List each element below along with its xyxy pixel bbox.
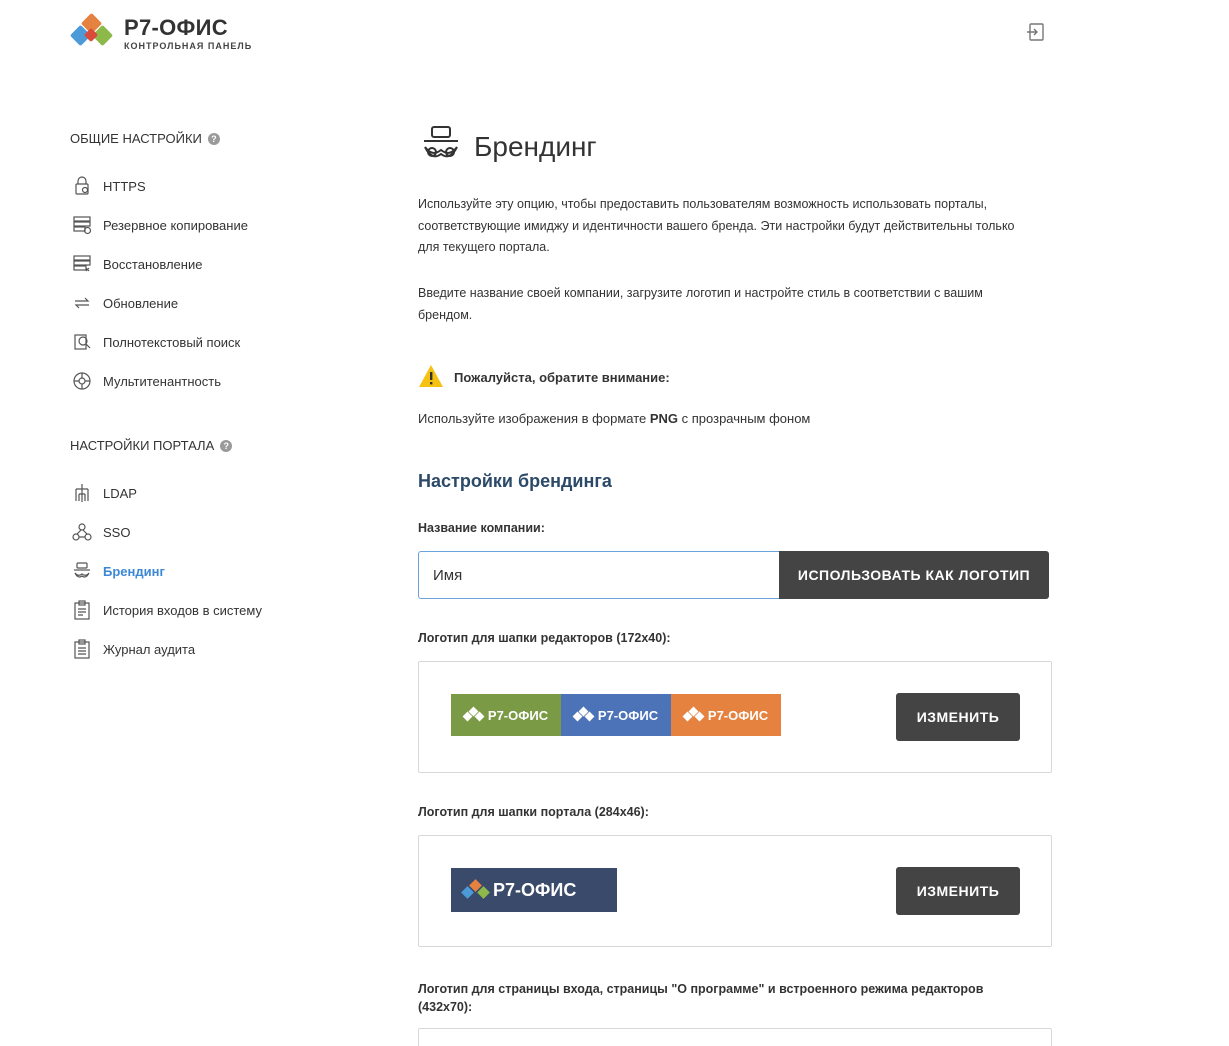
sidebar-item-backup[interactable]: Резервное копирование [70, 213, 248, 237]
multitenancy-icon [70, 369, 94, 393]
sidebar-item-fulltext-search[interactable]: Полнотекстовый поиск [70, 330, 240, 354]
section-title: Настройки брендинга [418, 471, 612, 491]
help-icon[interactable]: ? [207, 132, 220, 145]
sso-icon [70, 520, 94, 544]
png-hint: Используйте изображения в формате PNG с … [418, 411, 811, 426]
portal-logo-preview: Р7-ОФИС [451, 868, 617, 912]
sidebar-item-audit-log[interactable]: Журнал аудита [70, 637, 195, 661]
editors-logo-orange: Р7-ОФИС [671, 694, 781, 736]
editors-logo-box: Р7-ОФИС Р7-ОФИС Р7-ОФИС ИЗМЕНИТЬ [418, 661, 1052, 773]
app-title: Р7-ОФИС [124, 15, 228, 40]
login-history-icon [70, 598, 94, 622]
help-icon[interactable]: ? [220, 439, 233, 452]
use-as-logo-button[interactable]: ИСПОЛЬЗОВАТЬ КАК ЛОГОТИП [779, 551, 1049, 599]
app-subtitle: КОНТРОЛЬНАЯ ПАНЕЛЬ [124, 41, 253, 51]
app-logo-mark [69, 12, 120, 54]
restore-icon [70, 252, 94, 276]
company-name-input[interactable] [418, 551, 780, 599]
sidebar-item-ldap[interactable]: LDAP [70, 481, 137, 505]
audit-log-icon [70, 637, 94, 661]
sidebar-item-sso[interactable]: SSO [70, 520, 130, 544]
sidebar-item-login-history[interactable]: История входов в систему [70, 598, 262, 622]
sidebar-item-update[interactable]: Обновление [70, 291, 178, 315]
sidebar-item-https[interactable]: HTTPS [70, 174, 146, 198]
portal-settings-heading: НАСТРОЙКИ ПОРТАЛА ? [70, 438, 233, 453]
page-header: Брендинг [420, 124, 597, 169]
warning-title: Пожалуйста, обратите внимание: [454, 370, 670, 385]
editors-logo-green: Р7-ОФИС [451, 694, 561, 736]
branding-icon [70, 559, 94, 583]
change-portal-logo-button[interactable]: ИЗМЕНИТЬ [896, 867, 1020, 915]
portal-logo-label: Логотип для шапки портала (284x46): [418, 805, 649, 819]
ldap-icon [70, 481, 94, 505]
backup-icon [70, 213, 94, 237]
lock-icon [70, 174, 94, 198]
change-editors-logo-button[interactable]: ИЗМЕНИТЬ [896, 693, 1020, 741]
intro-text: Используйте эту опцию, чтобы предоставит… [418, 197, 1015, 254]
page-title: Брендинг [474, 130, 597, 162]
search-doc-icon [70, 330, 94, 354]
login-logo-box [418, 1028, 1052, 1046]
instructions-text: Введите название своей компании, загрузи… [418, 286, 983, 322]
sidebar-item-restore[interactable]: Восстановление [70, 252, 202, 276]
company-name-label: Название компании: [418, 521, 545, 535]
branding-icon [420, 124, 462, 169]
logout-icon[interactable] [1026, 22, 1046, 42]
warning-notice: Пожалуйста, обратите внимание: [418, 364, 670, 391]
editors-logo-label: Логотип для шапки редакторов (172x40): [418, 631, 671, 645]
editors-logo-blue: Р7-ОФИС [561, 694, 671, 736]
sidebar-item-branding[interactable]: Брендинг [70, 559, 165, 583]
login-logo-label: Логотип для страницы входа, страницы "О … [418, 982, 984, 1014]
warning-icon [418, 364, 444, 391]
portal-logo-box: Р7-ОФИС ИЗМЕНИТЬ [418, 835, 1052, 947]
sidebar-item-multitenancy[interactable]: Мультитенантность [70, 369, 221, 393]
app-logo[interactable]: Р7-ОФИС КОНТРОЛЬНАЯ ПАНЕЛЬ [69, 12, 270, 54]
update-icon [70, 291, 94, 315]
general-settings-heading: ОБЩИЕ НАСТРОЙКИ ? [70, 131, 220, 146]
